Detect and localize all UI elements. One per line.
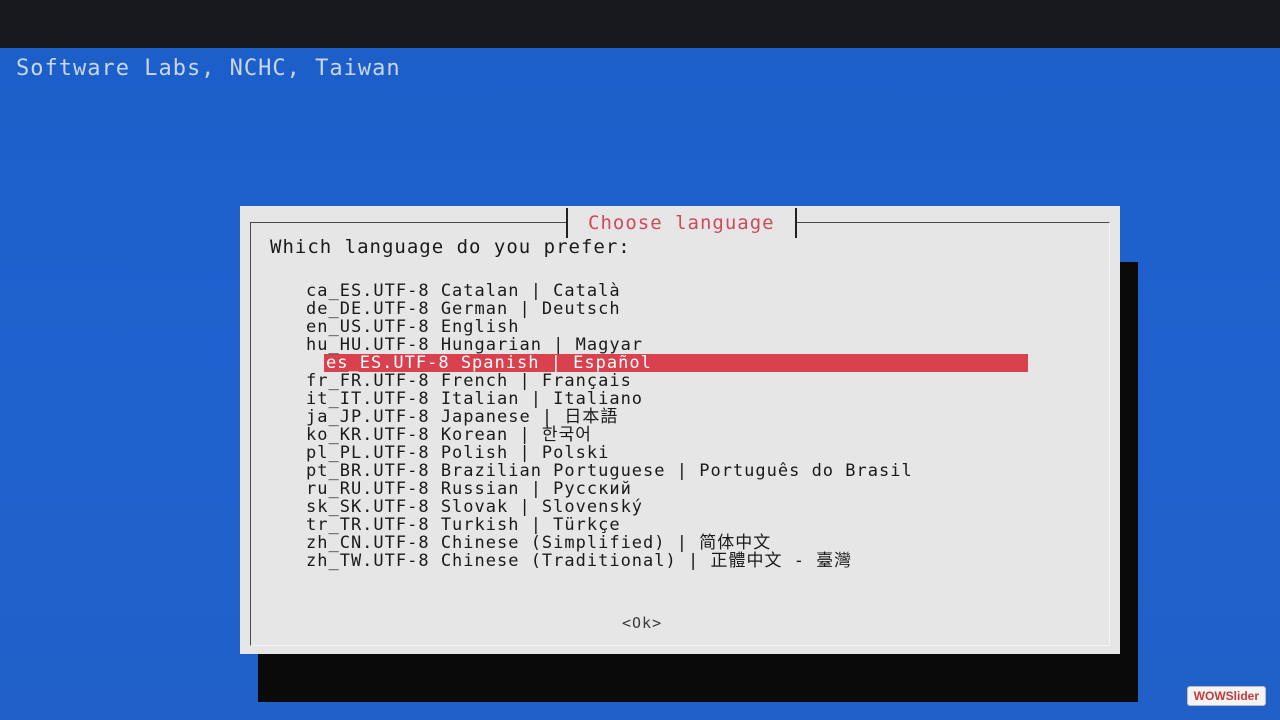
language-list: ca_ES.UTF-8 Catalan | Català de_DE.UTF-8 … (304, 282, 1028, 570)
language-option[interactable]: sk_SK.UTF-8 Slovak | Slovenský (304, 498, 1028, 516)
language-option[interactable]: ca_ES.UTF-8 Catalan | Català (304, 282, 1028, 300)
language-option[interactable]: en_US.UTF-8 English (304, 318, 1028, 336)
language-option[interactable]: es_ES.UTF-8 Spanish | Español (324, 354, 1028, 372)
language-option[interactable]: de_DE.UTF-8 German | Deutsch (304, 300, 1028, 318)
language-option[interactable]: zh_TW.UTF-8 Chinese (Traditional) | 正體中文… (304, 552, 1028, 570)
dialog-title: Choose language (566, 208, 797, 238)
language-option[interactable]: pt_BR.UTF-8 Brazilian Portuguese | Portu… (304, 462, 1028, 480)
screen: Software Labs, NCHC, Taiwan Choose langu… (0, 48, 1280, 720)
watermark-logo: WOWSlider (1186, 686, 1266, 706)
ok-button[interactable]: <Ok> (622, 614, 662, 632)
language-option[interactable]: it_IT.UTF-8 Italian | Italiano (304, 390, 1028, 408)
language-option[interactable]: fr_FR.UTF-8 French | Français (304, 372, 1028, 390)
language-option[interactable]: ko_KR.UTF-8 Korean | 한국어 (304, 426, 1028, 444)
language-option[interactable]: tr_TR.UTF-8 Turkish | Türkçe (304, 516, 1028, 534)
language-option[interactable]: ja_JP.UTF-8 Japanese | 日本語 (304, 408, 1028, 426)
dialog-question: Which language do you prefer: (270, 236, 631, 258)
language-dialog: Choose language Which language do you pr… (240, 206, 1120, 654)
language-option[interactable]: pl_PL.UTF-8 Polish | Polski (304, 444, 1028, 462)
header-text: Software Labs, NCHC, Taiwan (16, 56, 401, 81)
language-option[interactable]: zh_CN.UTF-8 Chinese (Simplified) | 简体中文 (304, 534, 1028, 552)
language-option[interactable]: hu_HU.UTF-8 Hungarian | Magyar (304, 336, 1028, 354)
language-option[interactable]: ru_RU.UTF-8 Russian | Русский (304, 480, 1028, 498)
